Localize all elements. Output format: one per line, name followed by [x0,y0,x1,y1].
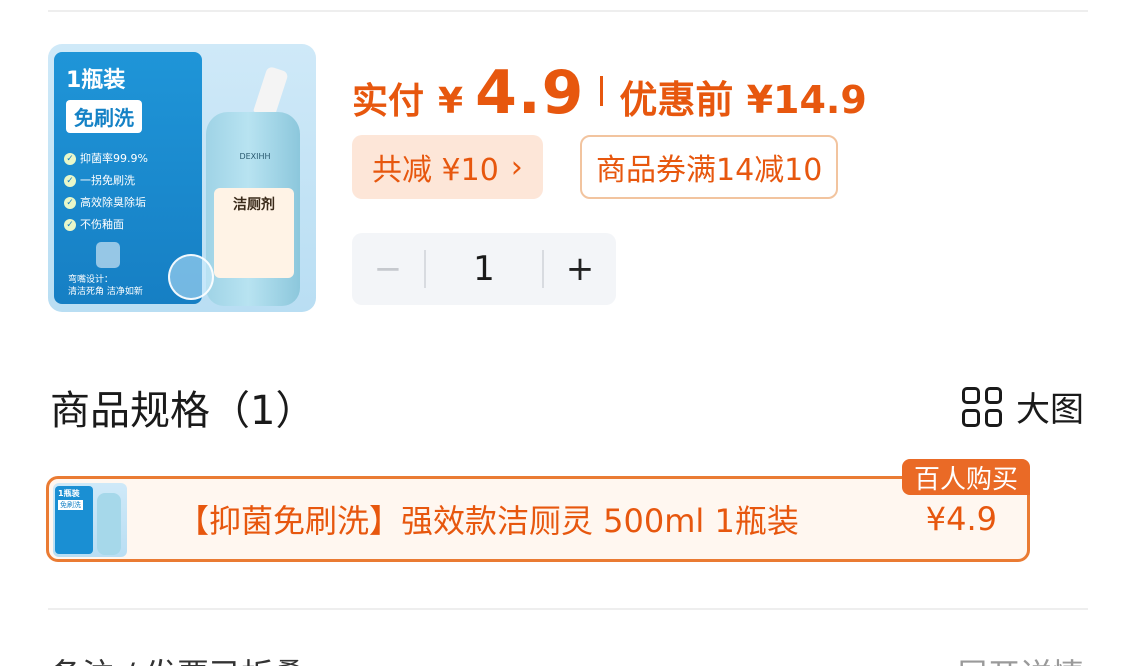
bottle-neck [253,65,289,119]
tablet-graphic [96,242,120,268]
chevron-right-icon: › [510,149,523,185]
check-icon: ✓ [64,153,76,165]
feature-item: ✓ 高效除臭除垢 [64,192,148,214]
decrease-button[interactable]: − [352,233,424,305]
spec-section-title: 商品规格（1） [50,388,316,434]
bottom-divider [48,608,1088,610]
disc-graphic [168,254,214,300]
product-image-chip: 免刷洗 [66,100,142,133]
product-image[interactable]: 1瓶装 免刷洗 ✓ 抑菌率99.9% ✓ 一拐免刷洗 ✓ 高效除臭除垢 ✓ 不伤釉面 弯… [48,44,316,312]
bottle-brand: DEXIHH [239,152,271,161]
top-divider [48,10,1088,12]
coupon-label: 商品券满14减10 [596,153,823,188]
check-icon: ✓ [64,219,76,231]
total-discount-label: 共减 ¥10 [372,153,499,188]
expand-details-link[interactable]: 展开详情 [956,650,1084,666]
increase-button[interactable]: + [544,233,616,305]
feature-item: ✓ 一拐免刷洗 [64,170,148,192]
currency-symbol: ¥ [438,81,464,122]
original-price: 优惠前 ¥14.9 [619,78,867,122]
large-view-label: 大图 [1016,390,1084,430]
popular-badge: 百人购买 [901,459,1030,495]
quantity-stepper: − 1 + [352,233,616,305]
check-icon: ✓ [64,175,76,187]
spec-option-name: 【抑菌免刷洗】强效款洁厕灵 500ml 1瓶装 [177,502,799,540]
bottle-graphic: DEXIHH 洁厕剂 [198,65,306,306]
check-icon: ✓ [64,197,76,209]
spec-option-selected[interactable]: 1瓶装 免刷洗 【抑菌免刷洗】强效款洁厕灵 500ml 1瓶装 ¥4.9 百人购买 [46,459,1030,562]
product-image-note: 弯嘴设计： 清洁死角 洁净如新 [68,275,143,297]
grid-icon [962,386,1002,427]
spec-option-image: 1瓶装 免刷洗 [53,483,127,557]
remark-row-label: 备注 / 发票已折叠 [50,650,305,666]
price-row: 实付 ¥ 4.9 优惠前 ¥14.9 [352,58,867,128]
product-image-features: ✓ 抑菌率99.9% ✓ 一拐免刷洗 ✓ 高效除臭除垢 ✓ 不伤釉面 [64,148,148,236]
final-price: 4.9 [475,58,585,128]
price-separator [600,76,604,106]
pay-label: 实付 [352,81,425,122]
quantity-value[interactable]: 1 [426,249,542,289]
feature-item: ✓ 不伤釉面 [64,214,148,236]
total-discount-button[interactable]: 共减 ¥10 › [352,135,543,199]
order-page: 1瓶装 免刷洗 ✓ 抑菌率99.9% ✓ 一拐免刷洗 ✓ 高效除臭除垢 ✓ 不伤釉面 弯… [0,0,1136,666]
coupon-chip[interactable]: 商品券满14减10 [580,135,839,199]
product-image-badge: 1瓶装 [66,68,126,93]
feature-item: ✓ 抑菌率99.9% [64,148,148,170]
large-view-toggle[interactable]: 大图 [962,382,1084,431]
bottle-label: 洁厕剂 [214,188,294,278]
